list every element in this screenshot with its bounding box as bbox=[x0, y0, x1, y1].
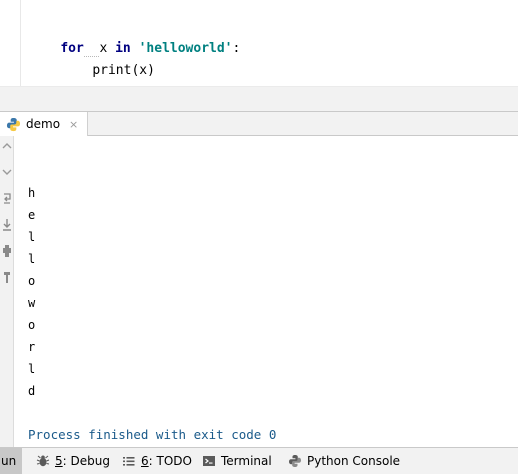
python-icon bbox=[6, 117, 21, 131]
scroll-to-end-icon[interactable] bbox=[0, 218, 13, 234]
code-editor[interactable]: for x in 'helloworld': print(x) bbox=[0, 0, 518, 86]
print-call: print(x) bbox=[92, 63, 155, 78]
list-icon bbox=[123, 457, 135, 466]
python-console-icon bbox=[289, 455, 301, 467]
run-tab-demo[interactable]: demo × bbox=[0, 112, 88, 136]
close-icon[interactable]: × bbox=[69, 118, 78, 131]
editor-bottom-band bbox=[0, 86, 518, 111]
editor-gutter bbox=[0, 0, 21, 86]
output-line: w bbox=[28, 296, 36, 310]
todo-mnemonic: 6 bbox=[141, 454, 149, 468]
output-line: l bbox=[28, 362, 36, 376]
debug-tool-button[interactable]: 5: Debug bbox=[36, 448, 110, 474]
tool-window-bar: un 5: Debug 6: TODO Terminal Python Cons… bbox=[0, 447, 518, 474]
terminal-label: Terminal bbox=[221, 454, 272, 468]
python-console-label: Python Console bbox=[307, 454, 401, 468]
bug-icon bbox=[36, 455, 50, 467]
exit-message: Process finished with exit code 0 bbox=[28, 427, 277, 442]
debug-mnemonic: 5 bbox=[55, 454, 63, 468]
terminal-tool-button[interactable]: Terminal bbox=[202, 448, 272, 474]
soft-wrap-icon[interactable] bbox=[0, 192, 13, 208]
run-tool-label: un bbox=[1, 454, 17, 468]
todo-tool-button[interactable]: 6: TODO bbox=[122, 448, 192, 474]
output-line: h bbox=[28, 186, 36, 200]
clear-all-icon[interactable] bbox=[0, 270, 13, 286]
scroll-down-icon[interactable] bbox=[0, 166, 13, 182]
run-tab-bar: demo × bbox=[0, 111, 518, 136]
output-line: r bbox=[28, 340, 36, 354]
output-line: e bbox=[28, 208, 36, 222]
run-console[interactable]: h e l l o w o r l d Process finished wit… bbox=[14, 136, 518, 447]
debug-label: : Debug bbox=[62, 454, 110, 468]
output-line: o bbox=[28, 318, 36, 332]
output-line: d bbox=[28, 384, 36, 398]
output-line: l bbox=[28, 252, 36, 266]
run-side-toolbar bbox=[0, 136, 14, 447]
colon: : bbox=[232, 41, 241, 56]
scroll-up-icon[interactable] bbox=[0, 140, 13, 156]
output-line: o bbox=[28, 274, 36, 288]
python-console-tool-button[interactable]: Python Console bbox=[288, 448, 400, 474]
output-line: l bbox=[28, 230, 36, 244]
run-tab-label: demo bbox=[26, 117, 61, 131]
terminal-icon bbox=[203, 456, 215, 466]
print-icon[interactable] bbox=[0, 244, 13, 260]
todo-label: : TODO bbox=[148, 454, 192, 468]
run-tool-button[interactable]: un bbox=[0, 448, 22, 474]
